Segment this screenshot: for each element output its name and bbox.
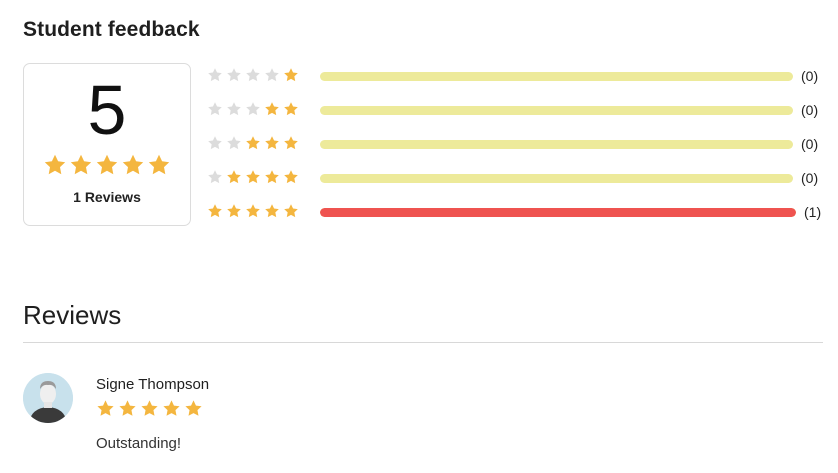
star-filled-icon: [70, 154, 92, 175]
star-empty-icon: [246, 102, 260, 116]
rating-row-4-star: (0): [207, 168, 827, 188]
star-filled-icon: [284, 68, 298, 82]
rating-row-count: (0): [801, 136, 819, 152]
rating-bar: [320, 208, 796, 217]
user-avatar-icon: [23, 373, 73, 423]
rating-bar: [320, 174, 793, 183]
review-count: 1 Reviews: [73, 189, 141, 205]
star-filled-icon: [163, 400, 180, 416]
reviews-title: Reviews: [23, 300, 122, 330]
rating-row-stars: [207, 67, 299, 83]
star-empty-icon: [208, 170, 222, 184]
star-filled-icon: [284, 102, 298, 116]
star-filled-icon: [265, 102, 279, 116]
star-filled-icon: [246, 136, 260, 150]
star-filled-icon: [185, 400, 202, 416]
review-text: Outstanding!: [96, 435, 182, 452]
rating-row-5-star: (1): [207, 202, 827, 222]
average-rating: 5: [87, 71, 127, 149]
star-empty-icon: [227, 102, 241, 116]
rating-bar: [320, 72, 793, 81]
rating-row-count: (0): [801, 102, 819, 118]
star-empty-icon: [208, 136, 222, 150]
star-filled-icon: [148, 154, 170, 175]
rating-bar: [320, 106, 793, 115]
rating-summary-card: 5 1 Reviews: [23, 63, 191, 226]
rating-row-stars: [207, 101, 299, 117]
divider: [23, 342, 823, 343]
star-empty-icon: [265, 68, 279, 82]
star-filled-icon: [246, 170, 260, 184]
star-filled-icon: [246, 204, 260, 218]
star-filled-icon: [119, 400, 136, 416]
rating-row-count: (0): [801, 170, 819, 186]
star-filled-icon: [284, 204, 298, 218]
star-filled-icon: [227, 170, 241, 184]
star-filled-icon: [284, 136, 298, 150]
star-empty-icon: [227, 136, 241, 150]
average-rating-stars: [24, 153, 190, 177]
rating-row-1-star: (0): [207, 66, 827, 86]
star-filled-icon: [265, 204, 279, 218]
rating-bar-fill: [320, 208, 796, 217]
star-filled-icon: [44, 154, 66, 175]
student-feedback-title: Student feedback: [23, 18, 200, 41]
star-filled-icon: [265, 136, 279, 150]
star-empty-icon: [227, 68, 241, 82]
rating-row-2-star: (0): [207, 100, 827, 120]
reviewer-name: Signe Thompson: [96, 376, 210, 393]
star-filled-icon: [265, 170, 279, 184]
star-filled-icon: [96, 154, 118, 175]
rating-row-stars: [207, 169, 299, 185]
star-filled-icon: [141, 400, 158, 416]
rating-bar: [320, 140, 793, 149]
rating-row-3-star: (0): [207, 134, 827, 154]
star-empty-icon: [208, 68, 222, 82]
rating-row-count: (0): [801, 68, 819, 84]
star-filled-icon: [227, 204, 241, 218]
rating-row-stars: [207, 203, 299, 219]
star-empty-icon: [208, 102, 222, 116]
rating-row-count: (1): [804, 204, 822, 220]
star-filled-icon: [284, 170, 298, 184]
star-filled-icon: [122, 154, 144, 175]
star-filled-icon: [208, 204, 222, 218]
star-empty-icon: [246, 68, 260, 82]
rating-row-stars: [207, 135, 299, 151]
review-rating-stars: [96, 399, 203, 418]
star-filled-icon: [97, 400, 114, 416]
